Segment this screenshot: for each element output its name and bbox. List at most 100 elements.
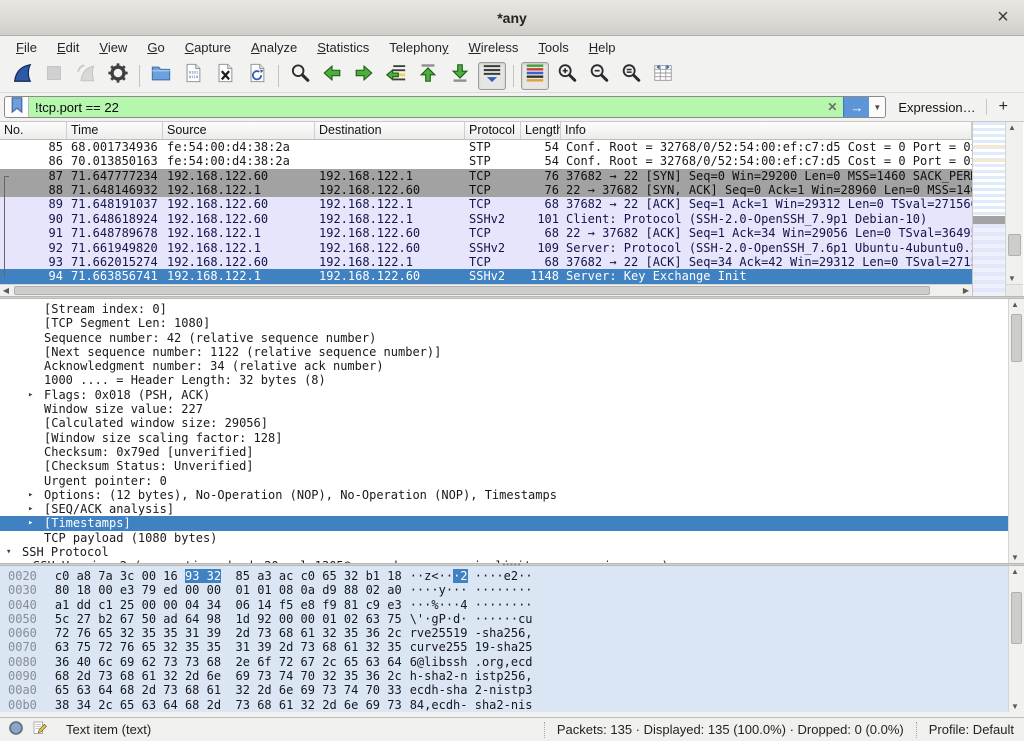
- hex-bytes[interactable]: c0 a8 7a 3c 00 16 93 32 85 a3 ac c0 65 3…: [55, 569, 402, 583]
- hex-bytes[interactable]: 65 63 64 68 2d 73 68 61 32 2d 6e 69 73 7…: [55, 683, 402, 697]
- menu-view[interactable]: View: [89, 38, 137, 57]
- menu-wireless[interactable]: Wireless: [459, 38, 529, 57]
- packet-row-86[interactable]: 8670.013850163fe:54:00:d4:38:2aSTP54Conf…: [0, 154, 972, 168]
- detail-line[interactable]: ▸Flags: 0x018 (PSH, ACK): [0, 388, 1008, 402]
- detail-line[interactable]: Urgent pointer: 0: [0, 474, 1008, 488]
- hscroll-thumb[interactable]: [14, 286, 930, 295]
- go-first-button[interactable]: [414, 62, 442, 90]
- detail-line[interactable]: ▸[Timestamps]: [0, 516, 1008, 530]
- hex-bytes[interactable]: 5c 27 b2 67 50 ad 64 98 1d 92 00 00 01 0…: [55, 612, 402, 626]
- vscroll-thumb[interactable]: [1008, 234, 1021, 256]
- bytes-vscrollbar[interactable]: ▲ ▼: [1008, 566, 1024, 712]
- go-last-button[interactable]: [446, 62, 474, 90]
- menu-telephony[interactable]: Telephony: [379, 38, 458, 57]
- stop-capture-button[interactable]: [40, 62, 68, 90]
- auto-scroll-button[interactable]: [478, 62, 506, 90]
- detail-line[interactable]: [Next sequence number: 1122 (relative se…: [0, 345, 1008, 359]
- zoom-out-button[interactable]: [585, 62, 613, 90]
- detail-line[interactable]: ▾SSH Protocol: [0, 545, 1008, 559]
- hex-row-0070[interactable]: 007063 75 72 76 65 32 35 35 31 39 2d 73 …: [0, 640, 1008, 654]
- column-header-length[interactable]: Length: [521, 122, 561, 139]
- vscroll-track[interactable]: [1006, 133, 1023, 273]
- menu-statistics[interactable]: Statistics: [307, 38, 379, 57]
- filter-history-dropdown[interactable]: ▼: [869, 97, 885, 117]
- hex-bytes[interactable]: 38 34 2c 65 63 64 68 2d 73 68 61 32 2d 6…: [55, 698, 402, 712]
- hex-bytes[interactable]: 36 40 6c 69 62 73 73 68 2e 6f 72 67 2c 6…: [55, 655, 402, 669]
- go-forward-button[interactable]: [350, 62, 378, 90]
- menu-help[interactable]: Help: [579, 38, 626, 57]
- restart-capture-button[interactable]: [72, 62, 100, 90]
- detail-line[interactable]: [Calculated window size: 29056]: [0, 416, 1008, 430]
- detail-line[interactable]: Sequence number: 42 (relative sequence n…: [0, 331, 1008, 345]
- filter-bookmark-button[interactable]: [5, 97, 29, 117]
- detail-line[interactable]: [Window size scaling factor: 128]: [0, 431, 1008, 445]
- expanded-arrow-icon[interactable]: ▾: [6, 545, 22, 559]
- pane-splitter-bottom[interactable]: •••••: [0, 563, 1024, 566]
- scroll-down-icon[interactable]: ▼: [1009, 701, 1021, 712]
- zoom-in-button[interactable]: [553, 62, 581, 90]
- bytes-vscroll-track[interactable]: [1009, 577, 1024, 701]
- detail-line[interactable]: [Stream index: 0]: [0, 302, 1008, 316]
- capture-options-button[interactable]: [104, 62, 132, 90]
- hex-bytes[interactable]: 80 18 00 e3 79 ed 00 00 01 01 08 0a d9 8…: [55, 583, 402, 597]
- hex-bytes[interactable]: 68 2d 73 68 61 32 2d 6e 69 73 74 70 32 3…: [55, 669, 402, 683]
- start-capture-button[interactable]: [8, 62, 36, 90]
- packet-row-91[interactable]: 9171.648789678192.168.122.1192.168.122.6…: [0, 226, 972, 240]
- column-header-source[interactable]: Source: [163, 122, 315, 139]
- hscroll-track[interactable]: [12, 285, 960, 296]
- detail-line[interactable]: Checksum: 0x79ed [unverified]: [0, 445, 1008, 459]
- find-packet-button[interactable]: [286, 62, 314, 90]
- go-to-packet-button[interactable]: [382, 62, 410, 90]
- menu-capture[interactable]: Capture: [175, 38, 241, 57]
- titlebar[interactable]: *any ×: [0, 0, 1024, 36]
- close-window-button[interactable]: ×: [992, 6, 1014, 28]
- scroll-up-icon[interactable]: ▲: [1006, 122, 1018, 133]
- hex-row-0060[interactable]: 006072 76 65 32 35 35 31 39 2d 73 68 61 …: [0, 626, 1008, 640]
- column-header-destination[interactable]: Destination: [315, 122, 465, 139]
- expert-info-button[interactable]: [8, 720, 24, 739]
- pane-splitter-top[interactable]: [0, 296, 1024, 299]
- menu-edit[interactable]: Edit: [47, 38, 89, 57]
- filter-clear-button[interactable]: ✕: [821, 97, 843, 117]
- details-vscroll-thumb[interactable]: [1011, 314, 1022, 362]
- close-file-button[interactable]: [211, 62, 239, 90]
- scroll-down-icon[interactable]: ▼: [1006, 273, 1018, 284]
- hex-bytes[interactable]: 72 76 65 32 35 35 31 39 2d 73 68 61 32 3…: [55, 626, 402, 640]
- packet-row-92[interactable]: 9271.661949820192.168.122.1192.168.122.6…: [0, 241, 972, 255]
- collapsed-arrow-icon[interactable]: ▸: [28, 488, 44, 502]
- profile-status[interactable]: Profile: Default: [916, 722, 1024, 738]
- packet-list-vscrollbar[interactable]: ▲ ▼: [1005, 122, 1023, 296]
- hex-row-0040[interactable]: 0040a1 dd c1 25 00 00 04 34 06 14 f5 e8 …: [0, 598, 1008, 612]
- column-header-no[interactable]: No.: [0, 122, 67, 139]
- detail-line[interactable]: TCP payload (1080 bytes): [0, 531, 1008, 545]
- detail-line[interactable]: ▸Options: (12 bytes), No-Operation (NOP)…: [0, 488, 1008, 502]
- detail-line[interactable]: ▸[SEQ/ACK analysis]: [0, 502, 1008, 516]
- capture-comment-icon[interactable]: [32, 720, 48, 739]
- scroll-down-icon[interactable]: ▼: [1009, 552, 1021, 563]
- hex-bytes[interactable]: 63 75 72 76 65 32 35 35 31 39 2d 73 68 6…: [55, 640, 402, 654]
- add-filter-button[interactable]: +: [987, 98, 1018, 116]
- go-back-button[interactable]: [318, 62, 346, 90]
- packet-minimap-scrollbar[interactable]: [972, 122, 1005, 296]
- hex-row-00b0[interactable]: 00b038 34 2c 65 63 64 68 2d 73 68 61 32 …: [0, 698, 1008, 712]
- scroll-right-icon[interactable]: ▶: [960, 285, 972, 296]
- filter-input[interactable]: !tcp.port == 22: [29, 97, 821, 117]
- packet-row-90[interactable]: 9071.648618924192.168.122.60192.168.122.…: [0, 212, 972, 226]
- collapsed-arrow-icon[interactable]: ▸: [28, 516, 44, 530]
- detail-line[interactable]: [TCP Segment Len: 1080]: [0, 316, 1008, 330]
- detail-line[interactable]: [Checksum Status: Unverified]: [0, 459, 1008, 473]
- display-filter-field[interactable]: !tcp.port == 22 ✕ → ▼: [4, 96, 886, 118]
- zoom-original-button[interactable]: [617, 62, 645, 90]
- colorize-button[interactable]: [521, 62, 549, 90]
- menu-tools[interactable]: Tools: [528, 38, 578, 57]
- hex-bytes[interactable]: a1 dd c1 25 00 00 04 34 06 14 f5 e8 f9 8…: [55, 598, 402, 612]
- hex-row-0030[interactable]: 003080 18 00 e3 79 ed 00 00 01 01 08 0a …: [0, 583, 1008, 597]
- column-header-info[interactable]: Info: [561, 122, 972, 139]
- detail-line[interactable]: Acknowledgment number: 34 (relative ack …: [0, 359, 1008, 373]
- packet-row-87[interactable]: 8771.647777234192.168.122.60192.168.122.…: [0, 169, 972, 183]
- expression-button[interactable]: Expression…: [898, 100, 975, 115]
- details-vscroll-track[interactable]: [1009, 310, 1024, 552]
- menu-analyze[interactable]: Analyze: [241, 38, 307, 57]
- packet-list-hscrollbar[interactable]: ◀ ▶: [0, 284, 972, 296]
- hex-row-0050[interactable]: 00505c 27 b2 67 50 ad 64 98 1d 92 00 00 …: [0, 612, 1008, 626]
